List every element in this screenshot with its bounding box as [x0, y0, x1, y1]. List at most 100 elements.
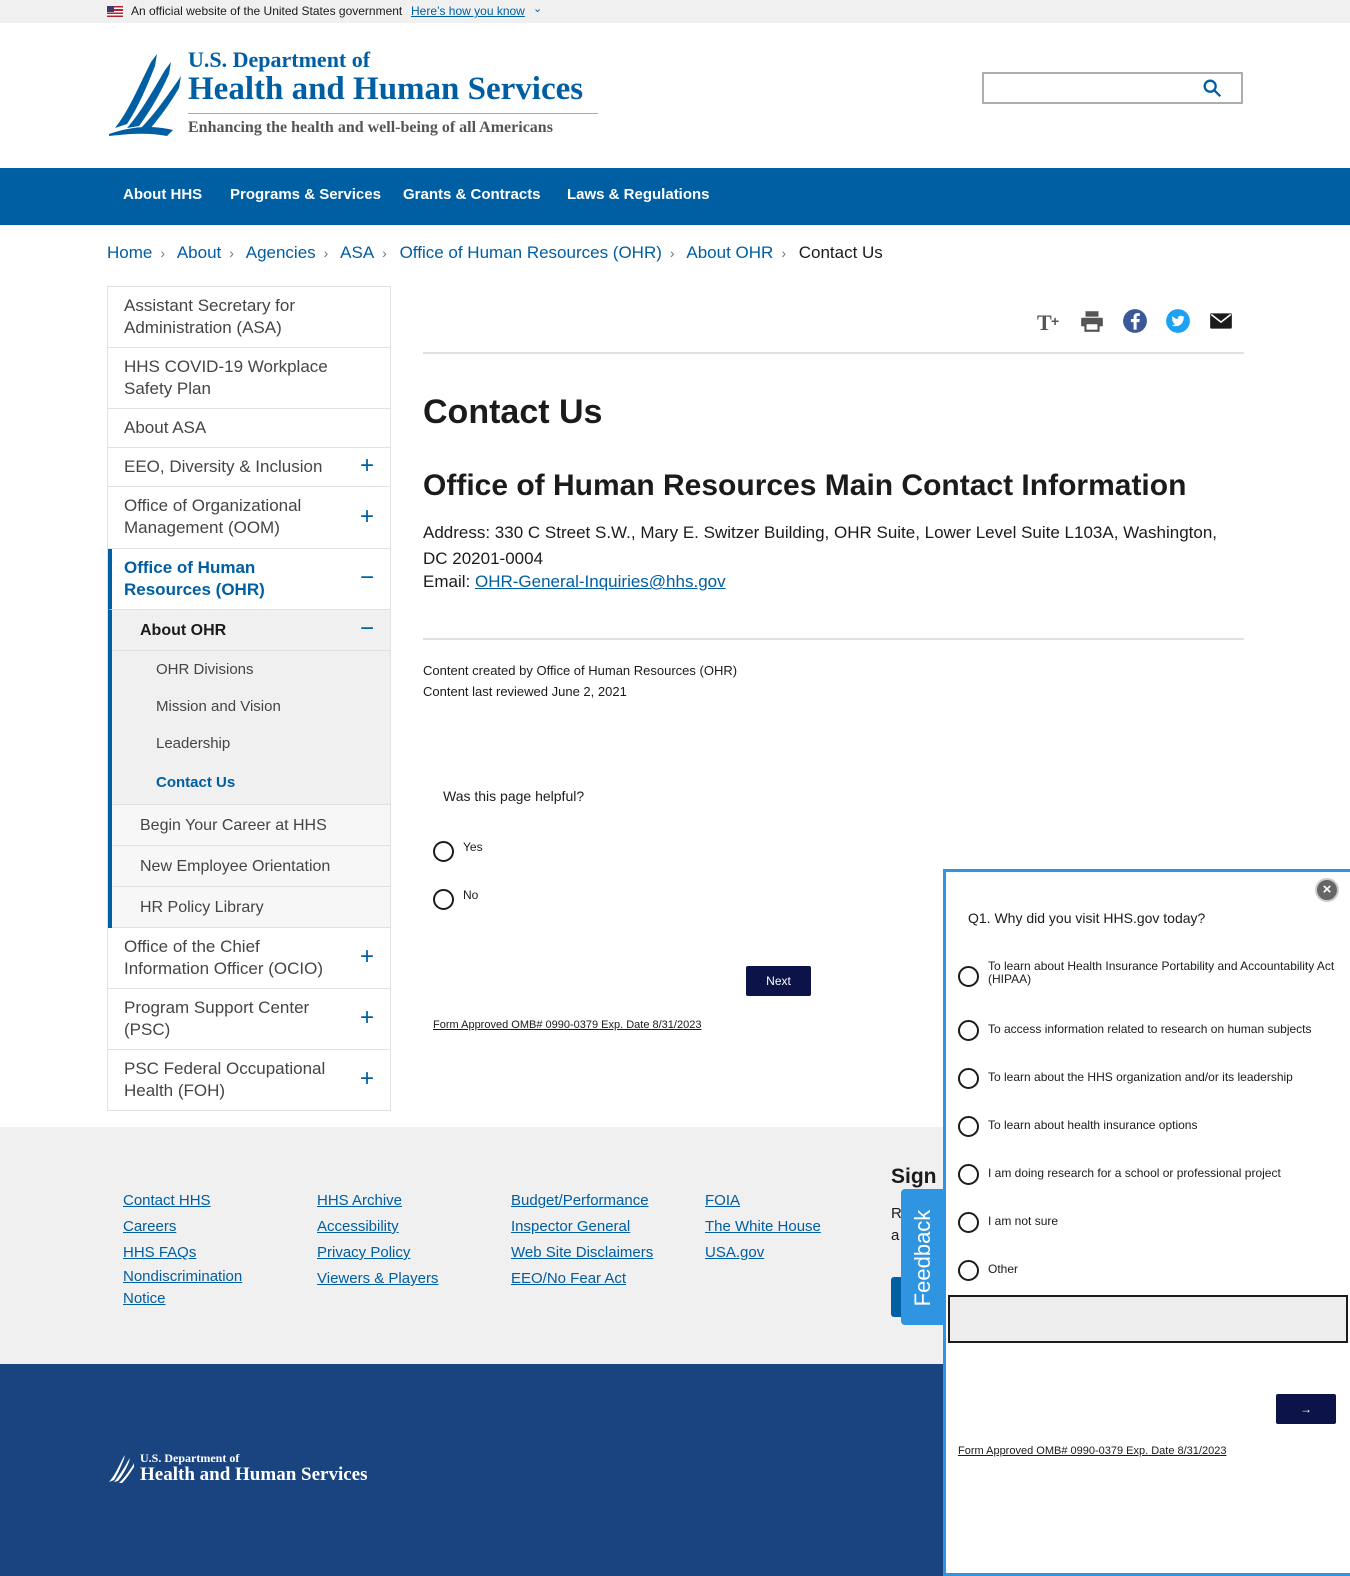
- sidenav-item-begin-career[interactable]: Begin Your Career at HHS: [112, 805, 390, 846]
- radio-no[interactable]: [433, 889, 454, 910]
- feedback-next-button[interactable]: →: [1276, 1394, 1336, 1424]
- print-icon[interactable]: [1079, 308, 1105, 334]
- sidenav-item-new-employee[interactable]: New Employee Orientation: [112, 846, 390, 887]
- breadcrumb-asa[interactable]: ASA: [340, 243, 374, 262]
- sidenav-item-ohr-divisions[interactable]: OHR Divisions: [112, 651, 390, 689]
- feedback-option-label: I am doing research for a school or prof…: [988, 1166, 1281, 1180]
- nav-grants-contracts[interactable]: Grants & Contracts: [403, 186, 541, 203]
- how-you-know-link[interactable]: Here’s how you know: [411, 4, 525, 18]
- footer-link[interactable]: The White House: [705, 1214, 821, 1240]
- email-icon[interactable]: [1208, 308, 1234, 334]
- sidenav-item-label: Assistant Secretary for Administration (…: [124, 296, 296, 337]
- sidenav-item-eeo[interactable]: EEO, Diversity & Inclusion +: [108, 448, 390, 487]
- close-icon[interactable]: ×: [1315, 878, 1339, 902]
- sidenav-item-leadership[interactable]: Leadership: [112, 727, 390, 765]
- survey-form-note[interactable]: Form Approved OMB# 0990-0379 Exp. Date 8…: [433, 1019, 701, 1031]
- feedback-radio-research-human-subjects[interactable]: [958, 1020, 979, 1041]
- sidenav-item-hr-policy[interactable]: HR Policy Library: [112, 887, 390, 928]
- email-link[interactable]: OHR-General-Inquiries@hhs.gov: [475, 572, 726, 591]
- feedback-form-note[interactable]: Form Approved OMB# 0990-0379 Exp. Date 8…: [958, 1445, 1226, 1457]
- sidenav-item-label: Contact Us: [156, 774, 236, 791]
- breadcrumb-home[interactable]: Home: [107, 243, 152, 262]
- feedback-radio-not-sure[interactable]: [958, 1212, 979, 1233]
- sidenav-item-about-asa[interactable]: About ASA: [108, 409, 390, 448]
- logo-line2: Health and Human Services: [188, 71, 584, 107]
- sidenav-item-ohr[interactable]: Office of Human Resources (OHR) −: [108, 549, 390, 610]
- footer-link[interactable]: USA.gov: [705, 1240, 821, 1266]
- breadcrumb-about[interactable]: About: [177, 243, 221, 262]
- gov-banner: An official website of the United States…: [0, 0, 1350, 23]
- expand-plus-icon[interactable]: +: [358, 504, 376, 528]
- expand-plus-icon[interactable]: +: [358, 1006, 376, 1030]
- expand-plus-icon[interactable]: +: [358, 945, 376, 969]
- footer-link[interactable]: Inspector General: [511, 1214, 653, 1240]
- expand-plus-icon[interactable]: +: [358, 454, 376, 478]
- helpful-question: Was this page helpful?: [443, 788, 585, 804]
- sidenav-item-about-ohr[interactable]: About OHR −: [112, 610, 390, 651]
- sidenav-item-mission-vision[interactable]: Mission and Vision: [112, 689, 390, 727]
- nav-programs-services[interactable]: Programs & Services: [230, 186, 381, 203]
- facebook-icon[interactable]: [1122, 308, 1148, 334]
- footer-link[interactable]: FOIA: [705, 1188, 821, 1214]
- feedback-other-textarea[interactable]: [948, 1295, 1348, 1343]
- breadcrumb-current: Contact Us: [798, 243, 883, 262]
- nav-about-hhs[interactable]: About HHS: [123, 186, 202, 203]
- content-last-reviewed: Content last reviewed June 2, 2021: [423, 684, 627, 699]
- footer-link[interactable]: Nondiscrimination Notice: [123, 1266, 253, 1310]
- footer-logo[interactable]: U.S. Department of Health and Human Serv…: [107, 1451, 377, 1491]
- svg-text:T: T: [1037, 310, 1052, 334]
- feedback-option-label: I am not sure: [988, 1214, 1059, 1228]
- feedback-radio-hhs-organization[interactable]: [958, 1068, 979, 1089]
- footer-logo-line2: Health and Human Services: [140, 1464, 368, 1485]
- footer-link[interactable]: Viewers & Players: [317, 1266, 438, 1292]
- sidenav-item-label: HR Policy Library: [140, 899, 264, 916]
- feedback-radio-hipaa[interactable]: [958, 966, 979, 987]
- footer-link[interactable]: Web Site Disclaimers: [511, 1240, 653, 1266]
- footer-link[interactable]: Accessibility: [317, 1214, 438, 1240]
- feedback-radio-insurance-options[interactable]: [958, 1116, 979, 1137]
- breadcrumb-about-ohr[interactable]: About OHR: [686, 243, 773, 262]
- search-input[interactable]: [982, 72, 1243, 104]
- search-icon[interactable]: [1201, 77, 1223, 99]
- feedback-radio-other[interactable]: [958, 1260, 979, 1281]
- sidenav-item-covid-plan[interactable]: HHS COVID-19 Workplace Safety Plan: [108, 348, 390, 409]
- twitter-icon[interactable]: [1165, 308, 1191, 334]
- footer-link[interactable]: EEO/No Fear Act: [511, 1266, 653, 1292]
- email-label: Email:: [423, 572, 475, 591]
- radio-yes[interactable]: [433, 841, 454, 862]
- survey-next-button[interactable]: Next: [746, 966, 811, 996]
- breadcrumb-agencies[interactable]: Agencies: [246, 243, 316, 262]
- content-divider: [423, 638, 1244, 640]
- sidenav-item-asa[interactable]: Assistant Secretary for Administration (…: [108, 287, 390, 348]
- sidenav-item-foh[interactable]: PSC Federal Occupational Health (FOH) +: [108, 1050, 390, 1110]
- footer-link[interactable]: Careers: [123, 1214, 283, 1240]
- footer-link[interactable]: Privacy Policy: [317, 1240, 438, 1266]
- footer-link[interactable]: HHS FAQs: [123, 1240, 283, 1266]
- feedback-panel: × Q1. Why did you visit HHS.gov today? T…: [943, 869, 1350, 1576]
- nav-laws-regulations[interactable]: Laws & Regulations: [567, 186, 710, 203]
- chevron-down-icon[interactable]: ⌄: [533, 2, 542, 15]
- expand-plus-icon[interactable]: +: [358, 1067, 376, 1091]
- collapse-minus-icon[interactable]: −: [358, 566, 376, 590]
- chevron-right-icon: ›: [160, 245, 166, 261]
- feedback-radio-research-project[interactable]: [958, 1164, 979, 1185]
- sidenav-item-psc[interactable]: Program Support Center (PSC) +: [108, 989, 390, 1050]
- logo-line1: U.S. Department of: [188, 47, 371, 72]
- main-nav: About HHS Programs & Services Grants & C…: [0, 168, 1350, 225]
- text-size-icon[interactable]: T +: [1037, 308, 1063, 334]
- footer-link[interactable]: HHS Archive: [317, 1188, 438, 1214]
- sidenav-item-label: About OHR: [140, 622, 227, 639]
- breadcrumb-ohr[interactable]: Office of Human Resources (OHR): [400, 243, 662, 262]
- hhs-logo[interactable]: U.S. Department of Health and Human Serv…: [107, 47, 602, 139]
- chevron-right-icon: ›: [669, 245, 675, 261]
- footer-link[interactable]: Budget/Performance: [511, 1188, 653, 1214]
- sidenav-item-contact-us[interactable]: Contact Us: [112, 765, 390, 804]
- sidenav-item-label: Leadership: [156, 735, 231, 752]
- chevron-right-icon: ›: [382, 245, 387, 261]
- sidenav-item-ocio[interactable]: Office of the Chief Information Officer …: [108, 928, 390, 989]
- footer-link[interactable]: Contact HHS: [123, 1188, 283, 1214]
- feedback-tab[interactable]: Feedback: [901, 1189, 945, 1325]
- collapse-minus-icon[interactable]: −: [358, 617, 376, 641]
- sidenav-item-label: OHR Divisions: [156, 661, 254, 678]
- sidenav-item-oom[interactable]: Office of Organizational Management (OOM…: [108, 487, 390, 549]
